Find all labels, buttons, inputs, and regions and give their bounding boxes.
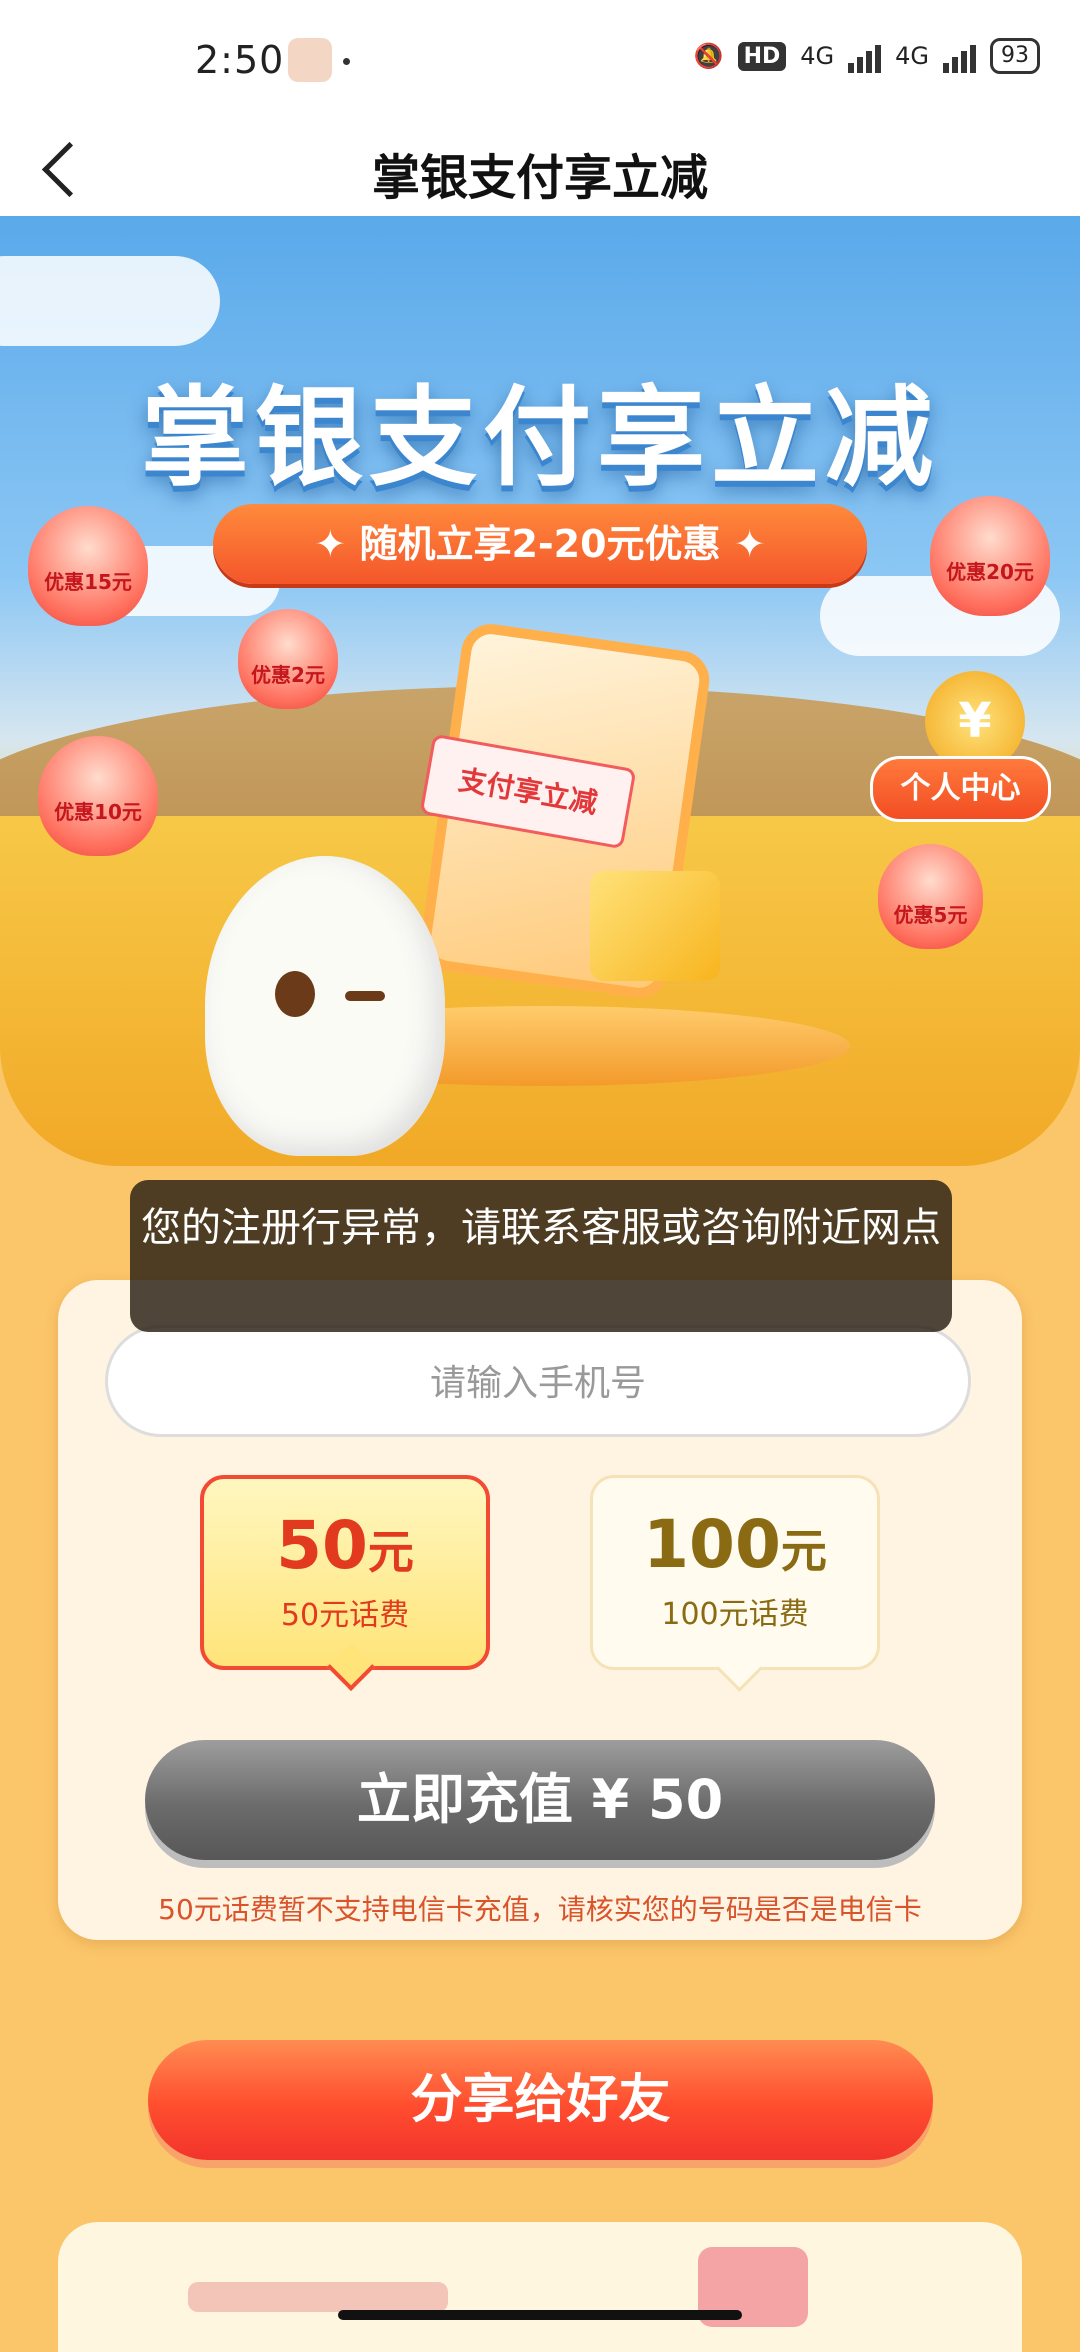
app-notification-icon (288, 38, 332, 82)
mascot-wink (345, 991, 385, 1001)
lantern-20: 优惠20元 (930, 496, 1050, 616)
notification-dot (343, 58, 350, 65)
lantern-2: 优惠2元 (238, 609, 338, 709)
nav-bar: 掌银支付享立减 (0, 120, 1080, 216)
status-icons: 🔕 HD 4G 4G 93 (694, 38, 1040, 74)
mute-icon: 🔕 (693, 42, 724, 70)
option-50[interactable]: 50元 50元话费 (200, 1475, 490, 1692)
error-toast: 您的注册行异常，请联系客服或咨询附近网点 (130, 1180, 952, 1332)
gift-box-illustration (590, 871, 720, 981)
sim1-label: 4G (800, 42, 835, 70)
option-100[interactable]: 100元 100元话费 (590, 1475, 880, 1692)
battery-icon: 93 (990, 38, 1040, 74)
lantern-15: 优惠15元 (28, 506, 148, 626)
hero-subtitle: ✦ 随机立享2-20元优惠 ✦ (213, 504, 867, 584)
personal-center-button[interactable]: 个人中心 (870, 756, 1051, 822)
lantern-5: 优惠5元 (878, 844, 983, 949)
hero-banner: 掌银支付享立减 ✦ 随机立享2-20元优惠 ✦ 优惠15元 优惠2元 优惠10元… (0, 216, 1080, 1166)
signal-icon-2 (943, 39, 976, 73)
status-time: 2:50 (195, 38, 285, 82)
bottom-card-text-placeholder (188, 2282, 448, 2312)
signal-icon (848, 39, 882, 73)
status-bar: 2:50 🔕 HD 4G 4G 93 (0, 0, 1080, 120)
share-button[interactable]: 分享给好友 (148, 2040, 933, 2160)
recharge-button[interactable]: 立即充值 ¥ 50 (145, 1740, 935, 1860)
lantern-10: 优惠10元 (38, 736, 158, 856)
hero-title: 掌银支付享立减 (140, 376, 939, 501)
option-desc: 50元话费 (280, 1598, 410, 1633)
phone-number-input[interactable]: 请输入手机号 (105, 1325, 971, 1437)
hd-icon: HD (737, 41, 787, 71)
bottom-card (58, 2222, 1022, 2352)
home-indicator[interactable] (338, 2310, 742, 2320)
page-title: 掌银支付享立减 (371, 150, 708, 206)
cloud (0, 256, 220, 346)
option-desc: 100元话费 (661, 1597, 809, 1632)
mascot-eye (275, 971, 315, 1017)
mascot-illustration (205, 856, 445, 1156)
option-amount: 50元 (276, 1507, 414, 1584)
sim2-label: 4G (895, 42, 929, 70)
option-amount: 100元 (643, 1506, 827, 1583)
telecom-notice: 50元话费暂不支持电信卡充值，请核实您的号码是否是电信卡 (158, 1893, 922, 1926)
